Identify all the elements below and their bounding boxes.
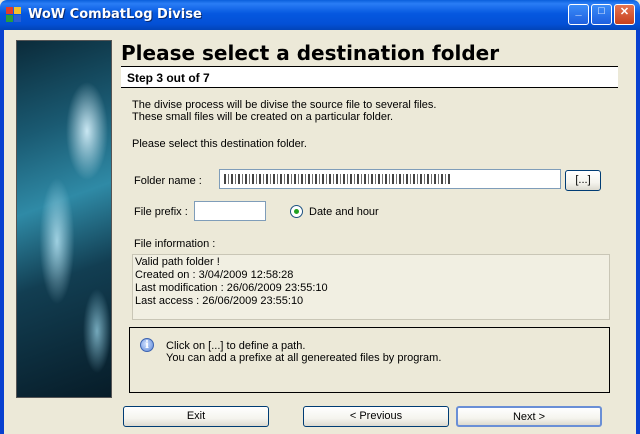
hint-text: Click on [...] to define a path. You can… xyxy=(166,340,441,364)
file-info-line: Last access : 26/06/2009 23:55:10 xyxy=(135,295,304,307)
hint-box: i Click on [...] to define a path. You c… xyxy=(129,327,610,393)
folder-name-input[interactable] xyxy=(219,169,561,189)
radio-selected-dot xyxy=(294,209,299,214)
next-button[interactable]: Next > xyxy=(456,406,602,427)
browse-button[interactable]: [...] xyxy=(565,170,601,191)
window-frame-left xyxy=(0,30,4,434)
exit-button[interactable]: Exit xyxy=(123,406,269,427)
window-title: WoW CombatLog Divise xyxy=(28,7,202,22)
next-label: Next > xyxy=(512,411,546,423)
app-icon xyxy=(6,7,22,23)
file-info-panel: Valid path folder ! Created on : 3/04/20… xyxy=(132,254,610,320)
file-prefix-label: File prefix : xyxy=(134,206,188,218)
previous-label: < Previous xyxy=(349,410,403,422)
minimize-button[interactable]: _ xyxy=(568,4,589,25)
window-frame-right xyxy=(636,30,640,434)
folder-name-label: Folder name : xyxy=(134,175,202,187)
file-info-line: Valid path folder ! xyxy=(135,256,220,268)
redacted-path xyxy=(224,174,452,184)
date-hour-radio[interactable] xyxy=(290,205,303,218)
browse-label: [...] xyxy=(575,174,591,186)
close-button[interactable]: ✕ xyxy=(614,4,635,25)
hint-line: Click on [...] to define a path. xyxy=(166,340,306,352)
instruction-text: Please select this destination folder. xyxy=(132,138,307,150)
minimize-icon: _ xyxy=(575,5,582,17)
step-indicator: Step 3 out of 7 xyxy=(121,66,618,88)
maximize-button[interactable]: □ xyxy=(591,4,612,25)
wizard-banner-image xyxy=(16,40,112,398)
previous-button[interactable]: < Previous xyxy=(303,406,449,427)
hint-line: You can add a prefixe at all genereated … xyxy=(166,352,442,364)
file-info-line: Last modification : 26/06/2009 23:55:10 xyxy=(135,282,328,294)
file-info-label: File information : xyxy=(134,238,216,250)
page-title: Please select a destination folder xyxy=(121,41,500,65)
description-line: These small files will be created on a p… xyxy=(132,111,394,123)
file-prefix-input[interactable] xyxy=(194,201,266,221)
description-line: The divise process will be divise the so… xyxy=(132,99,437,111)
close-icon: ✕ xyxy=(619,6,630,18)
file-info-line: Created on : 3/04/2009 12:58:28 xyxy=(135,269,294,281)
maximize-icon: □ xyxy=(598,5,605,17)
description: The divise process will be divise the so… xyxy=(132,99,436,123)
title-bar[interactable]: WoW CombatLog Divise _ □ ✕ xyxy=(0,0,640,30)
info-icon: i xyxy=(140,338,154,352)
exit-label: Exit xyxy=(186,410,206,422)
date-hour-label[interactable]: Date and hour xyxy=(309,206,379,218)
step-label: Step 3 out of 7 xyxy=(127,71,210,85)
